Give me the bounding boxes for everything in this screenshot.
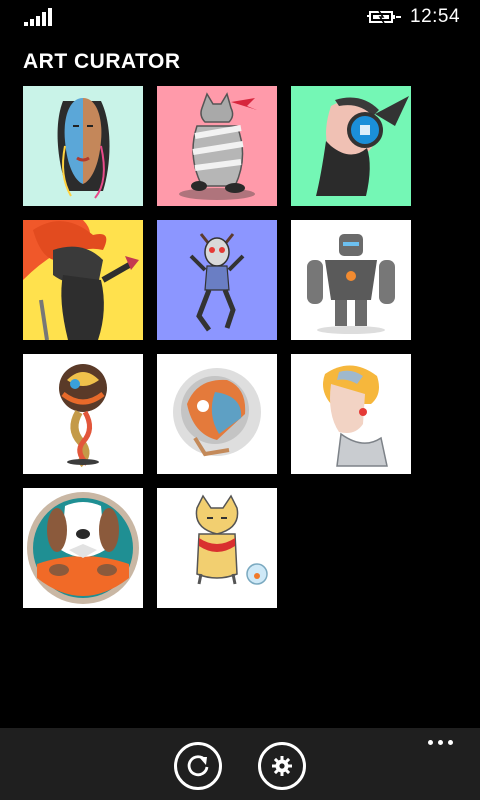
ellipsis-icon[interactable]: [428, 740, 460, 750]
climber-artwork: [157, 220, 277, 340]
art-tile-swirl-tree[interactable]: [23, 354, 143, 474]
signal-strength-icon: [24, 8, 56, 26]
astronaut-artwork: [157, 354, 277, 474]
app-screen: 12:54 ART CURATOR: [0, 0, 480, 800]
gear-icon: [272, 756, 292, 776]
art-tile-cat-fishbowl[interactable]: [157, 488, 277, 608]
settings-button[interactable]: [258, 742, 306, 790]
android-profile-artwork: [291, 354, 411, 474]
refresh-button[interactable]: [174, 742, 222, 790]
dog-badge-artwork: [23, 488, 143, 608]
status-bar: 12:54: [0, 0, 480, 34]
refresh-icon: [187, 755, 209, 777]
art-tile-robot[interactable]: [291, 220, 411, 340]
swirl-tree-artwork: [23, 354, 143, 474]
ninja-artwork: [23, 220, 143, 340]
woman-portrait-artwork: [23, 86, 143, 206]
robot-artwork: [291, 220, 411, 340]
ribbon-cat-artwork: [157, 86, 277, 206]
battery-charging-icon: [367, 10, 401, 24]
status-time: 12:54: [410, 6, 461, 27]
art-tile-climber[interactable]: [157, 220, 277, 340]
headphones-man-artwork: [291, 86, 411, 206]
art-tile-astronaut[interactable]: [157, 354, 277, 474]
cat-fishbowl-artwork: [157, 488, 277, 608]
art-tile-woman-portrait[interactable]: [23, 86, 143, 206]
app-bar: [0, 728, 480, 800]
art-tile-dog-badge[interactable]: [23, 488, 143, 608]
art-tile-ribbon-cat[interactable]: [157, 86, 277, 206]
art-tile-headphones-man[interactable]: [291, 86, 411, 206]
page-title: ART CURATOR: [23, 50, 181, 73]
art-tile-android-profile[interactable]: [291, 354, 411, 474]
art-tile-ninja[interactable]: [23, 220, 143, 340]
